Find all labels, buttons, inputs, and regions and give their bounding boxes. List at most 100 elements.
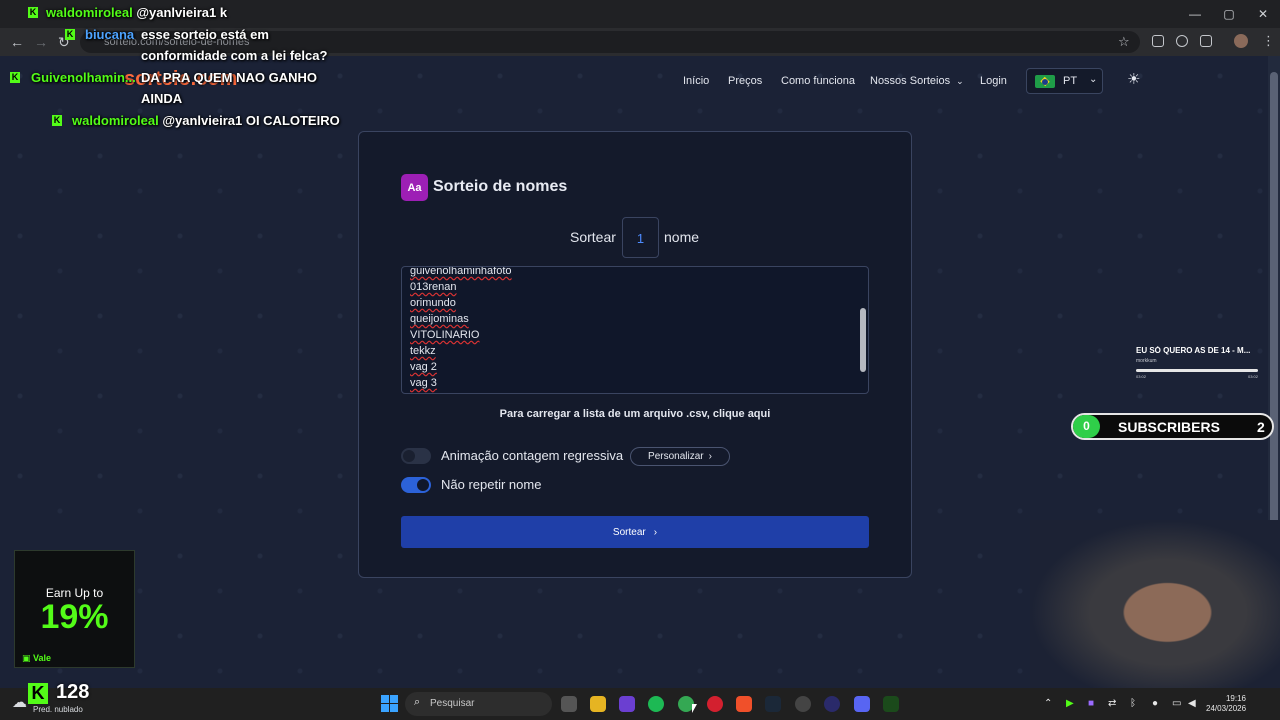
opera-icon[interactable]	[707, 696, 723, 712]
chat-username: Guivenolhamin...	[31, 70, 136, 85]
taskbar-search[interactable]	[405, 692, 552, 716]
chat-text: @yanlvieira1 OI CALOTEIRO	[162, 113, 340, 128]
track-times: 03:02 03:02	[1136, 374, 1258, 379]
taskbar-clock[interactable]: 19:16 24/03/2026	[1206, 694, 1246, 714]
file-explorer-icon[interactable]	[590, 696, 606, 712]
webcam-overlay	[1030, 520, 1280, 688]
toggle-knob	[403, 450, 415, 462]
chevron-up-icon[interactable]: ⌃	[1044, 698, 1052, 709]
subscriber-label: SUBSCRIBERS	[1118, 419, 1220, 435]
maximize-button[interactable]: ▢	[1212, 0, 1246, 28]
chat-text: DA PRA QUEM NAO GANHO	[141, 70, 317, 85]
search-icon: ⌕	[414, 696, 421, 708]
chat-text: esse sorteio está em	[141, 27, 269, 42]
chat-username: waldomiroleal	[46, 5, 133, 20]
extension-icon[interactable]	[1152, 35, 1164, 47]
mouse-cursor	[692, 704, 697, 713]
name-entry: vag 2	[410, 361, 437, 373]
obs-icon[interactable]	[795, 696, 811, 712]
network-icon[interactable]: ▭	[1172, 698, 1181, 709]
brave-icon[interactable]	[736, 696, 752, 712]
chat-username: waldomiroleal	[72, 113, 159, 128]
countdown-toggle[interactable]	[401, 448, 431, 464]
tray-kick-icon[interactable]: ▶	[1066, 698, 1074, 709]
taskbar-search-placeholder: Pesquisar	[430, 698, 475, 709]
nav-link-como-funciona[interactable]: Como funciona	[781, 75, 855, 87]
weather-text[interactable]: Pred. nublado	[33, 705, 83, 714]
chevron-right-icon: ›	[708, 451, 712, 462]
no-repeat-toggle[interactable]	[401, 477, 431, 493]
nav-link-label: Nossos Sorteios	[870, 75, 951, 87]
chat-message: waldomiroleal @yanlvieira1 OI CALOTEIRO	[72, 113, 340, 128]
minimize-button[interactable]: —	[1178, 0, 1212, 28]
bluetooth-icon[interactable]: ᛒ	[1130, 698, 1136, 709]
puzzle-extensions-icon[interactable]	[1200, 35, 1212, 47]
customize-button[interactable]: Personalizar ›	[630, 447, 730, 466]
card-title: Sorteio de nomes	[433, 178, 568, 195]
chevron-down-icon: ⌄	[956, 76, 964, 86]
language-select[interactable]: PT ⌄	[1026, 68, 1103, 94]
track-time-total: 03:02	[1247, 374, 1258, 379]
brand-logo-icon: ▣	[22, 653, 34, 663]
brazil-flag-icon	[1035, 75, 1055, 88]
language-code: PT	[1063, 75, 1078, 87]
nav-link-precos[interactable]: Preços	[728, 75, 762, 87]
app-icon[interactable]	[824, 696, 840, 712]
name-entry: tekkz	[410, 345, 436, 357]
kick-app-icon[interactable]	[883, 696, 899, 712]
spotify-icon[interactable]	[648, 696, 664, 712]
name-entry: 013renan	[410, 281, 457, 293]
discord-icon[interactable]	[854, 696, 870, 712]
promo-percentage: 19%	[40, 598, 109, 636]
steam-icon[interactable]	[765, 696, 781, 712]
chat-text: conformidade com a lei felca?	[141, 48, 328, 63]
chat-text: AINDA	[141, 91, 183, 106]
track-artist: morkkum	[1136, 358, 1157, 364]
name-entry: guivenolhaminhafoto	[410, 266, 512, 277]
more-menu-icon[interactable]: ⋮	[1262, 33, 1275, 49]
cloud-weather-icon[interactable]: ☁	[12, 693, 27, 711]
draw-suffix-label: nome	[664, 229, 700, 245]
window-controls: — ▢ ✕	[1178, 0, 1280, 28]
microphone-icon[interactable]: ●	[1152, 698, 1158, 709]
extension-icon[interactable]	[1176, 35, 1188, 47]
nav-link-inicio[interactable]: Início	[683, 75, 709, 87]
close-window-button[interactable]: ✕	[1246, 0, 1280, 28]
track-progress-bar	[1136, 369, 1258, 372]
chat-username: biucana	[85, 27, 135, 42]
name-entry: vag 3	[410, 377, 437, 389]
chat-username-line: biucana	[85, 27, 134, 42]
text-aa-icon: Aa	[401, 174, 428, 201]
bookmark-star-icon[interactable]: ☆	[1118, 34, 1130, 50]
name-entry: queijominas	[410, 313, 469, 325]
task-view-icon[interactable]	[561, 696, 577, 712]
tray-app-icon[interactable]: ⇄	[1108, 698, 1116, 709]
clock-date: 24/03/2026	[1206, 704, 1247, 713]
app-grid-icon[interactable]	[619, 696, 635, 712]
windows-start-icon[interactable]	[381, 695, 398, 712]
kick-logo-icon: K	[28, 683, 48, 704]
subscriber-count: 0	[1073, 415, 1100, 438]
countdown-label: Animação contagem regressiva	[441, 448, 624, 463]
kick-badge-icon: K	[52, 115, 62, 126]
chat-text: @yanlvieira1 k	[136, 5, 228, 20]
promo-brand: ▣ Vale	[22, 653, 51, 664]
forward-arrow-icon[interactable]: →	[34, 34, 48, 50]
profile-avatar[interactable]	[1234, 34, 1248, 48]
names-list: guivenolhaminhafoto 013renan orimundo qu…	[410, 266, 512, 391]
name-entry: VITOLINARIO	[410, 329, 480, 341]
volume-icon[interactable]: ◀	[1188, 698, 1196, 709]
draw-button[interactable]: Sortear ›	[401, 516, 869, 548]
back-arrow-icon[interactable]: ←	[10, 34, 24, 50]
draw-count-input[interactable]: 1	[622, 217, 659, 258]
names-scrollbar-thumb[interactable]	[860, 308, 866, 372]
nav-link-login[interactable]: Login	[980, 75, 1007, 87]
subscriber-goal: 2	[1257, 419, 1265, 435]
nav-link-nossos-sorteios[interactable]: Nossos Sorteios ⌄	[870, 75, 964, 87]
name-entry: orimundo	[410, 297, 456, 309]
tray-app-icon[interactable]: ■	[1088, 698, 1094, 709]
csv-upload-link[interactable]: Para carregar a lista de um arquivo .csv…	[401, 408, 869, 420]
names-textarea[interactable]: guivenolhaminhafoto 013renan orimundo qu…	[401, 266, 869, 394]
clock-time: 19:16	[1225, 694, 1246, 703]
theme-toggle-sun-icon[interactable]: ☀	[1127, 72, 1143, 88]
